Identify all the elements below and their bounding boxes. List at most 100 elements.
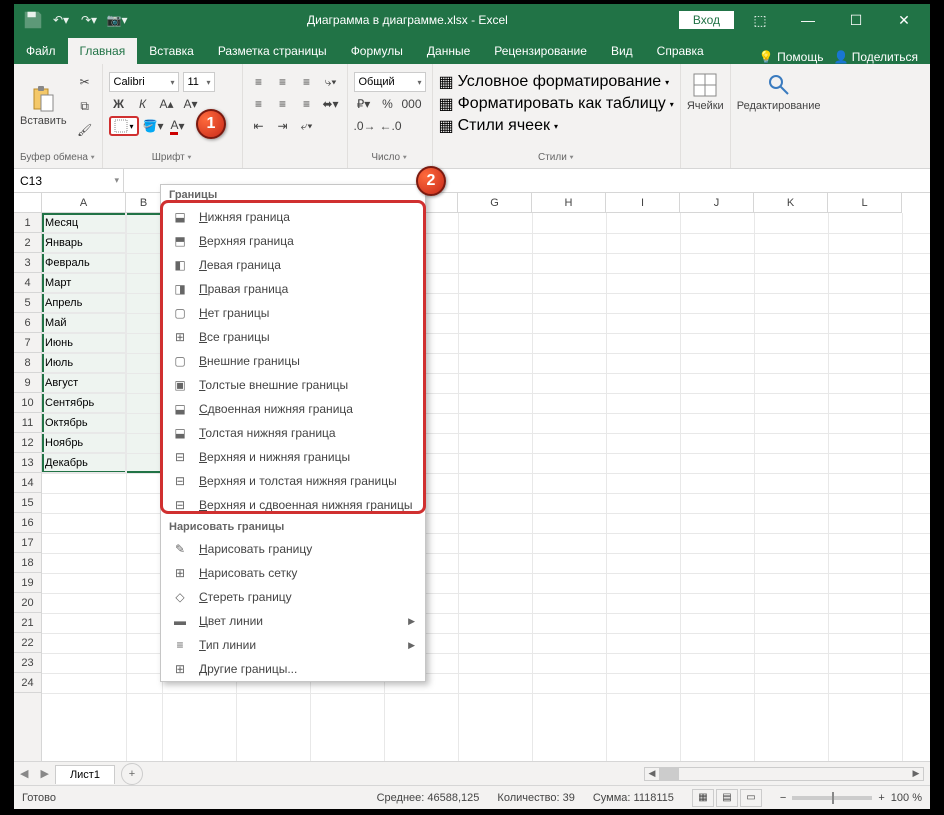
login-button[interactable]: Вход <box>679 11 734 29</box>
zoom-control[interactable]: −+ 100 % <box>780 792 922 804</box>
ribbon-options-icon[interactable]: ⬚ <box>738 4 782 36</box>
indent-increase-icon[interactable]: ⇥ <box>273 116 293 136</box>
font-name-combo[interactable]: Calibri <box>109 72 179 92</box>
row-header-5[interactable]: 5 <box>14 293 42 313</box>
menu-item-draw-4[interactable]: ≡Тип линии▶ <box>161 633 425 657</box>
cells-button[interactable]: Ячейки <box>687 72 724 112</box>
menu-item-border-4[interactable]: ▢Нет границы <box>161 301 425 325</box>
menu-item-border-11[interactable]: ⊟Верхняя и толстая нижняя границы <box>161 469 425 493</box>
cut-icon[interactable]: ✂ <box>75 72 95 92</box>
row-header-9[interactable]: 9 <box>14 373 42 393</box>
format-as-table-button[interactable]: ▦ Форматировать как таблицу ▾ <box>439 94 674 114</box>
tab-insert[interactable]: Вставка <box>137 38 206 64</box>
row-header-10[interactable]: 10 <box>14 393 42 413</box>
align-left-icon[interactable]: ≡ <box>249 94 269 114</box>
cell-A12[interactable]: Ноябрь <box>42 433 126 453</box>
tab-home[interactable]: Главная <box>68 38 138 64</box>
font-size-combo[interactable]: 11 <box>183 72 215 92</box>
row-header-1[interactable]: 1 <box>14 213 42 233</box>
col-header-J[interactable]: J <box>680 193 754 213</box>
sheet-tab-1[interactable]: Лист1 <box>55 765 115 784</box>
thousands-icon[interactable]: 000 <box>402 94 422 114</box>
add-sheet-button[interactable]: + <box>121 763 143 785</box>
bold-button[interactable]: Ж <box>109 94 129 114</box>
cell-A5[interactable]: Апрель <box>42 293 126 313</box>
align-top-icon[interactable]: ≡ <box>249 72 269 92</box>
cell-A13[interactable]: Декабрь <box>42 453 126 473</box>
row-header-2[interactable]: 2 <box>14 233 42 253</box>
col-header-H[interactable]: H <box>532 193 606 213</box>
tab-file[interactable]: Файл <box>14 38 68 64</box>
tab-help[interactable]: Справка <box>645 38 716 64</box>
undo-icon[interactable]: ↶▾ <box>50 9 72 31</box>
tell-me[interactable]: 💡 Помощь <box>759 50 824 64</box>
indent-decrease-icon[interactable]: ⇤ <box>249 116 269 136</box>
row-header-13[interactable]: 13 <box>14 453 42 473</box>
name-box[interactable]: C13 <box>14 169 124 192</box>
menu-item-draw-0[interactable]: ✎Нарисовать границу <box>161 537 425 561</box>
menu-item-border-1[interactable]: ⬒Верхняя граница <box>161 229 425 253</box>
tab-formulas[interactable]: Формулы <box>339 38 415 64</box>
row-header-7[interactable]: 7 <box>14 333 42 353</box>
row-header-18[interactable]: 18 <box>14 553 42 573</box>
tab-data[interactable]: Данные <box>415 38 482 64</box>
orientation-icon[interactable]: ⤷▾ <box>321 72 341 92</box>
wrap-text-icon[interactable]: ⤶▾ <box>297 116 317 136</box>
menu-item-border-7[interactable]: ▣Толстые внешние границы <box>161 373 425 397</box>
menu-item-border-10[interactable]: ⊟Верхняя и нижняя границы <box>161 445 425 469</box>
row-header-22[interactable]: 22 <box>14 633 42 653</box>
fill-color-icon[interactable]: 🪣▾ <box>143 116 164 136</box>
cell-A3[interactable]: Февраль <box>42 253 126 273</box>
row-header-6[interactable]: 6 <box>14 313 42 333</box>
row-header-21[interactable]: 21 <box>14 613 42 633</box>
align-right-icon[interactable]: ≡ <box>297 94 317 114</box>
percent-icon[interactable]: % <box>378 94 398 114</box>
tab-layout[interactable]: Разметка страницы <box>206 38 339 64</box>
horizontal-scrollbar[interactable]: ◀▶ <box>644 767 924 781</box>
tab-review[interactable]: Рецензирование <box>482 38 599 64</box>
cell-A4[interactable]: Март <box>42 273 126 293</box>
increase-font-icon[interactable]: A▴ <box>157 94 177 114</box>
col-header-I[interactable]: I <box>606 193 680 213</box>
cell-A8[interactable]: Июль <box>42 353 126 373</box>
menu-item-border-5[interactable]: ⊞Все границы <box>161 325 425 349</box>
row-header-14[interactable]: 14 <box>14 473 42 493</box>
paste-button[interactable]: Вставить <box>20 85 67 127</box>
cell-A2[interactable]: Январь <box>42 233 126 253</box>
col-header-G[interactable]: G <box>458 193 532 213</box>
merge-icon[interactable]: ⬌▾ <box>321 94 341 114</box>
sheet-nav-prev[interactable]: ◀ <box>14 767 34 780</box>
cell-A6[interactable]: Май <box>42 313 126 333</box>
menu-item-draw-3[interactable]: ▬Цвет линии▶ <box>161 609 425 633</box>
spreadsheet-grid[interactable]: A B C D E F G H I J K L 1234567891011121… <box>14 193 930 761</box>
row-header-4[interactable]: 4 <box>14 273 42 293</box>
sheet-nav-next[interactable]: ▶ <box>34 767 54 780</box>
camera-icon[interactable]: 📷▾ <box>106 9 128 31</box>
cell-A7[interactable]: Июнь <box>42 333 126 353</box>
copy-icon[interactable]: ⧉ <box>75 96 95 116</box>
decrease-decimal-icon[interactable]: ←.0 <box>380 116 402 136</box>
col-header-A[interactable]: A <box>42 193 126 213</box>
row-header-24[interactable]: 24 <box>14 673 42 693</box>
minimize-icon[interactable]: — <box>786 4 830 36</box>
save-icon[interactable] <box>22 9 44 31</box>
view-layout-icon[interactable]: ▤ <box>716 789 738 807</box>
row-header-23[interactable]: 23 <box>14 653 42 673</box>
share-button[interactable]: 👤 Поделиться <box>833 50 918 64</box>
view-normal-icon[interactable]: ▦ <box>692 789 714 807</box>
row-header-12[interactable]: 12 <box>14 433 42 453</box>
row-header-16[interactable]: 16 <box>14 513 42 533</box>
cell-A10[interactable]: Сентябрь <box>42 393 126 413</box>
col-header-B[interactable]: B <box>126 193 162 213</box>
menu-item-border-12[interactable]: ⊟Верхняя и сдвоенная нижняя границы <box>161 493 425 517</box>
menu-item-border-9[interactable]: ⬓Толстая нижняя граница <box>161 421 425 445</box>
cell-styles-button[interactable]: ▦ Стили ячеек ▾ <box>439 116 674 136</box>
row-header-3[interactable]: 3 <box>14 253 42 273</box>
menu-item-draw-2[interactable]: ◇Стереть границу <box>161 585 425 609</box>
menu-item-border-0[interactable]: ⬓Нижняя граница <box>161 205 425 229</box>
cell-A1[interactable]: Месяц <box>42 213 126 233</box>
select-all-corner[interactable] <box>14 193 42 213</box>
tab-view[interactable]: Вид <box>599 38 645 64</box>
redo-icon[interactable]: ↷▾ <box>78 9 100 31</box>
row-header-15[interactable]: 15 <box>14 493 42 513</box>
